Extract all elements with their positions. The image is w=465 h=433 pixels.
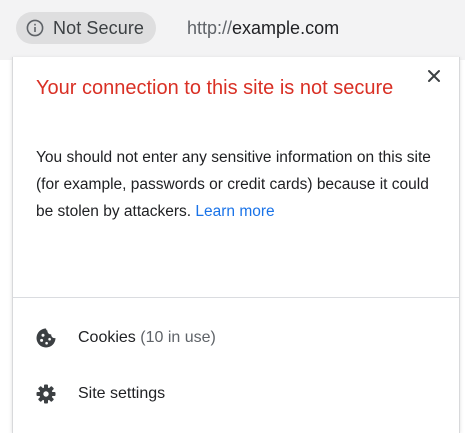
info-icon (26, 19, 44, 37)
address-bar: Not Secure http://example.com (0, 0, 465, 60)
url-scheme: http:// (187, 18, 233, 38)
site-settings-label: Site settings (78, 385, 166, 402)
cookies-menu-item[interactable]: Cookies (10 in use) (13, 316, 459, 360)
close-icon (428, 70, 440, 82)
site-info-popup: Your connection to this site is not secu… (12, 57, 460, 433)
cookies-label-text: Cookies (78, 329, 136, 346)
cookies-label: Cookies (10 in use) (78, 329, 216, 347)
warning-title: Your connection to this site is not secu… (36, 77, 394, 99)
learn-more-link[interactable]: Learn more (195, 203, 274, 220)
url-field[interactable]: http://example.com (187, 18, 339, 39)
gear-icon (36, 384, 56, 404)
security-indicator-button[interactable]: Not Secure (16, 12, 157, 44)
close-button[interactable] (421, 63, 447, 89)
cookies-count: (10 in use) (140, 329, 216, 346)
divider (13, 297, 459, 298)
site-settings-menu-item[interactable]: Site settings (13, 372, 459, 416)
warning-description: You should not enter any sensitive infor… (36, 144, 446, 225)
cookie-icon (36, 328, 56, 348)
security-status-label: Not Secure (53, 17, 145, 38)
url-host: example.com (232, 18, 340, 38)
browser-window: Not Secure http://example.com Your conne… (0, 0, 465, 433)
